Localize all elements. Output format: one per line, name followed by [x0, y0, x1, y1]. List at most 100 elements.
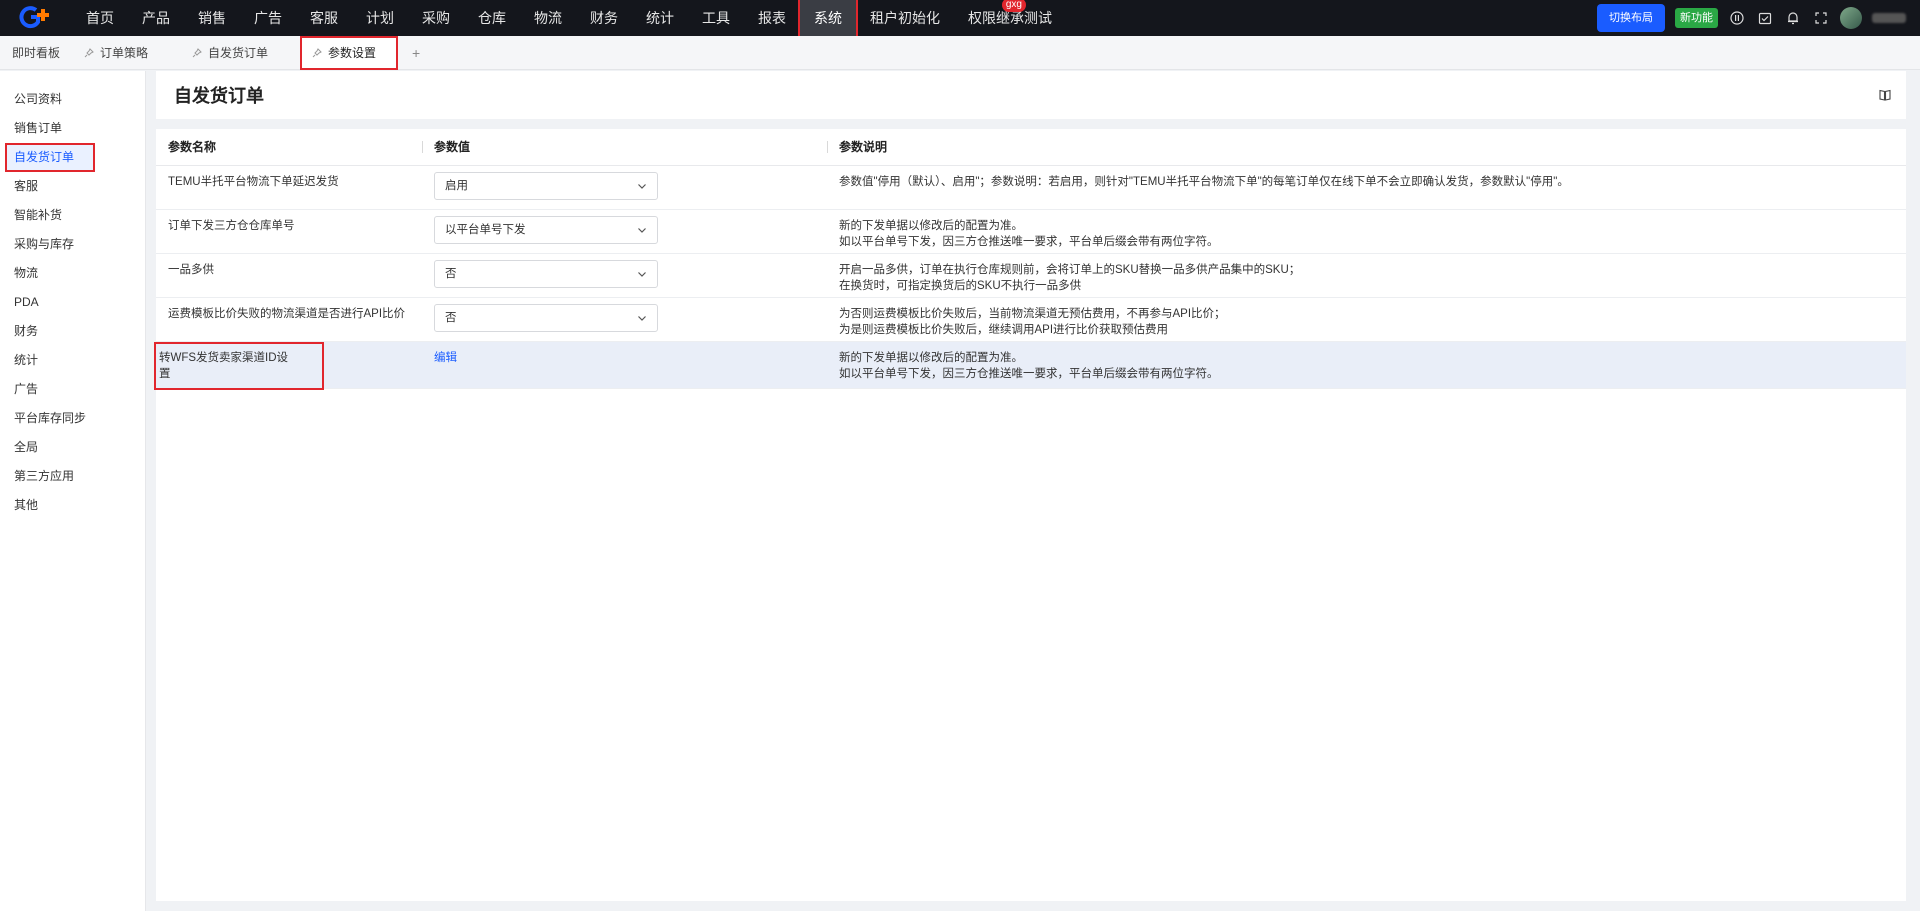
nav-item-tools[interactable]: 工具: [688, 0, 744, 36]
tab-self-ship-order[interactable]: 自发货订单: [180, 36, 280, 70]
param-desc: 开启一品多供，订单在执行仓库规则前，会将订单上的SKU替换一品多供产品集中的SK…: [827, 253, 1906, 298]
pin-icon[interactable]: [192, 47, 202, 58]
add-tab-button[interactable]: +: [398, 45, 434, 61]
desc-line: 新的下发单据以修改后的配置为准。: [839, 219, 1023, 232]
param-desc: 新的下发单据以修改后的配置为准。 如以平台单号下发，因三方仓推送唯一要求，平台单…: [827, 341, 1906, 389]
sidebar-item-purchase-inventory[interactable]: 采购与库存: [0, 230, 145, 259]
desc-line: 在换货时，可指定换货后的SKU不执行一品多供: [839, 279, 1082, 292]
col-header-name: 参数名称: [156, 129, 422, 166]
desc-line: 参数值"停用（默认）、启用"；参数说明：若启用，则针对"TEMU半托平台物流下单…: [839, 175, 1569, 188]
nav-item-customer-service[interactable]: 客服: [296, 0, 352, 36]
tab-param-settings[interactable]: 参数设置: [300, 35, 399, 70]
sidebar-item-self-ship-order[interactable]: 自发货订单: [5, 143, 95, 172]
nav-item-system[interactable]: 系统: [798, 0, 858, 38]
settings-sidebar: 公司资料 销售订单 自发货订单 客服 智能补货 采购与库存 物流 PDA 财务 …: [0, 71, 146, 911]
table-row: TEMU半托平台物流下单延迟发货 启用 参数值"停用（默认）、启用"；参数说明：…: [156, 165, 1906, 210]
new-feature-button[interactable]: 新功能: [1675, 8, 1718, 28]
desc-line: 新的下发单据以修改后的配置为准。: [839, 351, 1023, 364]
nav-item-logistics[interactable]: 物流: [520, 0, 576, 36]
sidebar-item-smart-replenish[interactable]: 智能补货: [0, 201, 145, 230]
page-title: 自发货订单: [174, 86, 264, 106]
desc-line: 如以平台单号下发，因三方仓推送唯一要求，平台单后缀会带有两位字符。: [839, 367, 1219, 380]
select-value: 否: [445, 311, 457, 324]
nav-item-finance[interactable]: 财务: [576, 0, 632, 36]
nav-item-warehouse[interactable]: 仓库: [464, 0, 520, 36]
table-header-row: 参数名称 参数值 参数说明: [156, 129, 1906, 166]
param-value-select[interactable]: 否: [434, 259, 658, 288]
nav-item-plan[interactable]: 计划: [352, 0, 408, 36]
tab-label: 订单策略: [100, 45, 149, 60]
nav-item-permission-test[interactable]: 权限继承测试 gxg: [954, 0, 1066, 36]
param-value-select[interactable]: 以平台单号下发: [434, 215, 658, 244]
sidebar-item-pda[interactable]: PDA: [0, 288, 145, 317]
sidebar-item-ads[interactable]: 广告: [0, 375, 145, 404]
sidebar-item-global[interactable]: 全局: [0, 433, 145, 462]
pause-icon[interactable]: [1728, 9, 1746, 27]
sidebar-item-logistics[interactable]: 物流: [0, 259, 145, 288]
tab-bar: 即时看板 订单策略 自发货订单 参数设置 +: [0, 35, 1920, 70]
sidebar-item-customer-service[interactable]: 客服: [0, 172, 145, 201]
chevron-down-icon: [638, 315, 646, 321]
book-icon[interactable]: [1878, 88, 1892, 102]
nav-item-reports[interactable]: 报表: [744, 0, 800, 36]
select-value: 否: [445, 267, 457, 280]
pin-icon[interactable]: [84, 47, 94, 58]
sidebar-item-stats[interactable]: 统计: [0, 346, 145, 375]
param-name-cell: 转WFS发货卖家渠道ID设置: [154, 341, 422, 390]
sidebar-item-finance[interactable]: 财务: [0, 317, 145, 346]
page-header: 自发货订单: [156, 71, 1906, 119]
nav-item-ads[interactable]: 广告: [240, 0, 296, 36]
param-value-cell: 否: [422, 297, 827, 342]
sidebar-item-platform-stock-sync[interactable]: 平台库存同步: [0, 404, 145, 433]
switch-layout-button[interactable]: 切换布局: [1597, 4, 1665, 32]
username-blurred[interactable]: [1872, 13, 1906, 23]
user-badge: gxg: [1001, 0, 1026, 12]
sidebar-item-third-party-apps[interactable]: 第三方应用: [0, 462, 145, 491]
chevron-down-icon: [638, 183, 646, 189]
sidebar-item-other[interactable]: 其他: [0, 491, 145, 520]
param-desc: 参数值"停用（默认）、启用"；参数说明：若启用，则针对"TEMU半托平台物流下单…: [827, 165, 1906, 210]
nav-item-tenant-init[interactable]: 租户初始化: [856, 0, 954, 36]
param-value-select[interactable]: 启用: [434, 171, 658, 200]
nav-item-stats[interactable]: 统计: [632, 0, 688, 36]
main-content: 自发货订单 参数名称 参数值 参数说明 TEMU半托平台物流下单延迟发货 启用 …: [146, 71, 1920, 911]
nav-item-sales[interactable]: 销售: [184, 0, 240, 36]
tab-label: 自发货订单: [208, 45, 269, 60]
app-logo[interactable]: [0, 0, 72, 36]
param-name: 转WFS发货卖家渠道ID设置: [154, 341, 324, 390]
sidebar-item-company-info[interactable]: 公司资料: [0, 85, 145, 114]
top-navbar: 首页 产品 销售 广告 客服 计划 采购 仓库 物流 财务 统计 工具 报表 系…: [0, 0, 1920, 38]
edit-link[interactable]: 编辑: [434, 352, 457, 364]
param-desc: 为否则运费模板比价失败后，当前物流渠道无预估费用，不再参与API比价； 为是则运…: [827, 297, 1906, 342]
fullscreen-icon[interactable]: [1812, 9, 1830, 27]
param-value-cell: 否: [422, 253, 827, 298]
table-row: 运费模板比价失败的物流渠道是否进行API比价 否 为否则运费模板比价失败后，当前…: [156, 297, 1906, 342]
nav-item-home[interactable]: 首页: [72, 0, 128, 36]
desc-line: 开启一品多供，订单在执行仓库规则前，会将订单上的SKU替换一品多供产品集中的SK…: [839, 263, 1301, 276]
params-panel: 参数名称 参数值 参数说明 TEMU半托平台物流下单延迟发货 启用 参数值"停用…: [154, 129, 1906, 901]
bell-icon[interactable]: [1784, 9, 1802, 27]
sidebar-item-sales-order[interactable]: 销售订单: [0, 114, 145, 143]
table-row: 一品多供 否 开启一品多供，订单在执行仓库规则前，会将订单上的SKU替换一品多供…: [156, 253, 1906, 298]
desc-line: 为是则运费模板比价失败后，继续调用API进行比价获取预估费用: [839, 323, 1169, 336]
col-header-desc: 参数说明: [827, 129, 1906, 166]
param-name: 运费模板比价失败的物流渠道是否进行API比价: [156, 297, 422, 342]
param-value-cell: 启用: [422, 165, 827, 210]
task-check-icon[interactable]: [1756, 9, 1774, 27]
tab-dashboard[interactable]: 即时看板: [0, 36, 72, 70]
param-name: 订单下发三方仓仓库单号: [156, 209, 422, 254]
top-right-tools: 切换布局 新功能: [1597, 0, 1920, 36]
param-value-cell: 编辑: [422, 341, 827, 389]
tab-order-strategy[interactable]: 订单策略: [72, 36, 160, 70]
nav-item-label: 权限继承测试: [968, 10, 1052, 26]
tab-label: 即时看板: [12, 45, 61, 60]
pin-icon[interactable]: [312, 47, 322, 58]
nav-item-product[interactable]: 产品: [128, 0, 184, 36]
avatar[interactable]: [1840, 7, 1862, 29]
param-value-cell: 以平台单号下发: [422, 209, 827, 254]
desc-line: 为否则运费模板比价失败后，当前物流渠道无预估费用，不再参与API比价；: [839, 307, 1226, 320]
param-name: 一品多供: [156, 253, 422, 298]
select-value: 以平台单号下发: [445, 223, 526, 236]
param-value-select[interactable]: 否: [434, 303, 658, 332]
nav-item-purchase[interactable]: 采购: [408, 0, 464, 36]
